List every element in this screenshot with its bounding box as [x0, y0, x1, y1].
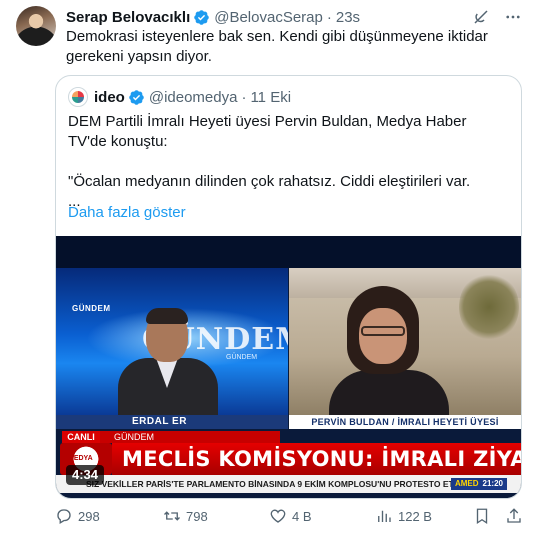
video-duration: 4:34 — [66, 465, 105, 485]
section-tag: GÜNDEM — [100, 431, 280, 443]
ticker-channel: AMED — [454, 479, 479, 488]
video-top-band — [56, 236, 521, 268]
tweet-text: Demokrasi isteyenlere bak sen. Kendi gib… — [66, 28, 488, 65]
author-handle[interactable]: @BelovacSerap — [214, 9, 323, 26]
video-player[interactable]: GÜNDEM GÜNDEM GÜNDEM ERDAL ER PERVİN BUL… — [56, 236, 521, 498]
quoted-line-2: "Öcalan medyanın dilinden çok rahatsız. … — [68, 173, 471, 190]
show-more-link[interactable]: Daha fazla göster — [68, 204, 186, 221]
tweet-actions: 298 798 4 B 122 B — [55, 505, 525, 527]
reply-button[interactable]: 298 — [55, 507, 100, 525]
more-options-icon[interactable] — [504, 8, 522, 26]
quoted-tweet-header: ideo @ideomedya · 11 Eki — [68, 87, 291, 107]
share-button[interactable] — [505, 507, 523, 525]
tweet-header: Serap Belovacıklı @BelovacSerap · 23s — [66, 8, 522, 26]
live-badge: CANLI — [62, 431, 100, 443]
retweet-count: 798 — [186, 508, 208, 524]
retweet-icon — [164, 511, 180, 521]
views-icon — [378, 510, 391, 522]
quoted-tweet[interactable]: ideo @ideomedya · 11 Eki DEM Partili İmr… — [55, 75, 522, 499]
news-headline: MECLİS KOMİSYONU: İMRALI ZİYARETİ OLACAK… — [112, 443, 521, 475]
bookmark-button[interactable] — [473, 507, 491, 525]
like-button[interactable]: 4 B — [269, 507, 312, 525]
channel-logo-text: MEDYA — [68, 455, 93, 462]
guest-name-bar: PERVİN BULDAN / İMRALI HEYETİ ÜYESİ — [289, 415, 521, 429]
heart-icon — [270, 509, 286, 523]
separator-dot: · — [241, 88, 247, 106]
retweet-button[interactable]: 798 — [163, 507, 208, 525]
quoted-tweet-text: DEM Partili İmralı Heyeti üyesi Pervin B… — [68, 112, 508, 212]
verified-badge-icon — [129, 89, 144, 105]
bookmark-icon — [476, 508, 488, 525]
presenter-name-bar: ERDAL ER — [56, 415, 288, 429]
presenter-figure — [118, 308, 218, 415]
quoted-line-1: DEM Partili İmralı Heyeti üyesi Pervin B… — [68, 113, 467, 150]
separator-dot: · — [326, 8, 332, 26]
views-count: 122 B — [398, 508, 432, 524]
share-icon — [507, 508, 521, 523]
author-name[interactable]: Serap Belovacıklı — [66, 9, 190, 26]
quoted-author-name[interactable]: ideo — [94, 89, 125, 106]
tweet-time[interactable]: 23s — [336, 9, 360, 26]
reply-icon — [57, 509, 71, 524]
reply-count: 298 — [78, 508, 100, 524]
guest-figure — [329, 286, 449, 415]
quoted-avatar[interactable] — [68, 87, 88, 107]
ticker-clock: AMED 21:20 — [450, 478, 507, 490]
right-guest-frame — [289, 268, 521, 415]
left-studio-frame: GÜNDEM GÜNDEM GÜNDEM — [56, 268, 288, 415]
views-button[interactable]: 122 B — [375, 507, 432, 525]
grok-icon[interactable] — [472, 8, 490, 26]
studio-backdrop-sub-label: GÜNDEM — [226, 354, 258, 361]
like-count: 4 B — [292, 508, 312, 524]
studio-backdrop-small-label: GÜNDEM — [72, 304, 111, 313]
quoted-tweet-time[interactable]: 11 Eki — [250, 89, 291, 106]
verified-badge-icon — [194, 9, 209, 25]
ticker-time: 21:20 — [482, 479, 503, 488]
quoted-author-handle[interactable]: @ideomedya — [149, 89, 238, 106]
author-avatar[interactable] — [16, 6, 56, 46]
